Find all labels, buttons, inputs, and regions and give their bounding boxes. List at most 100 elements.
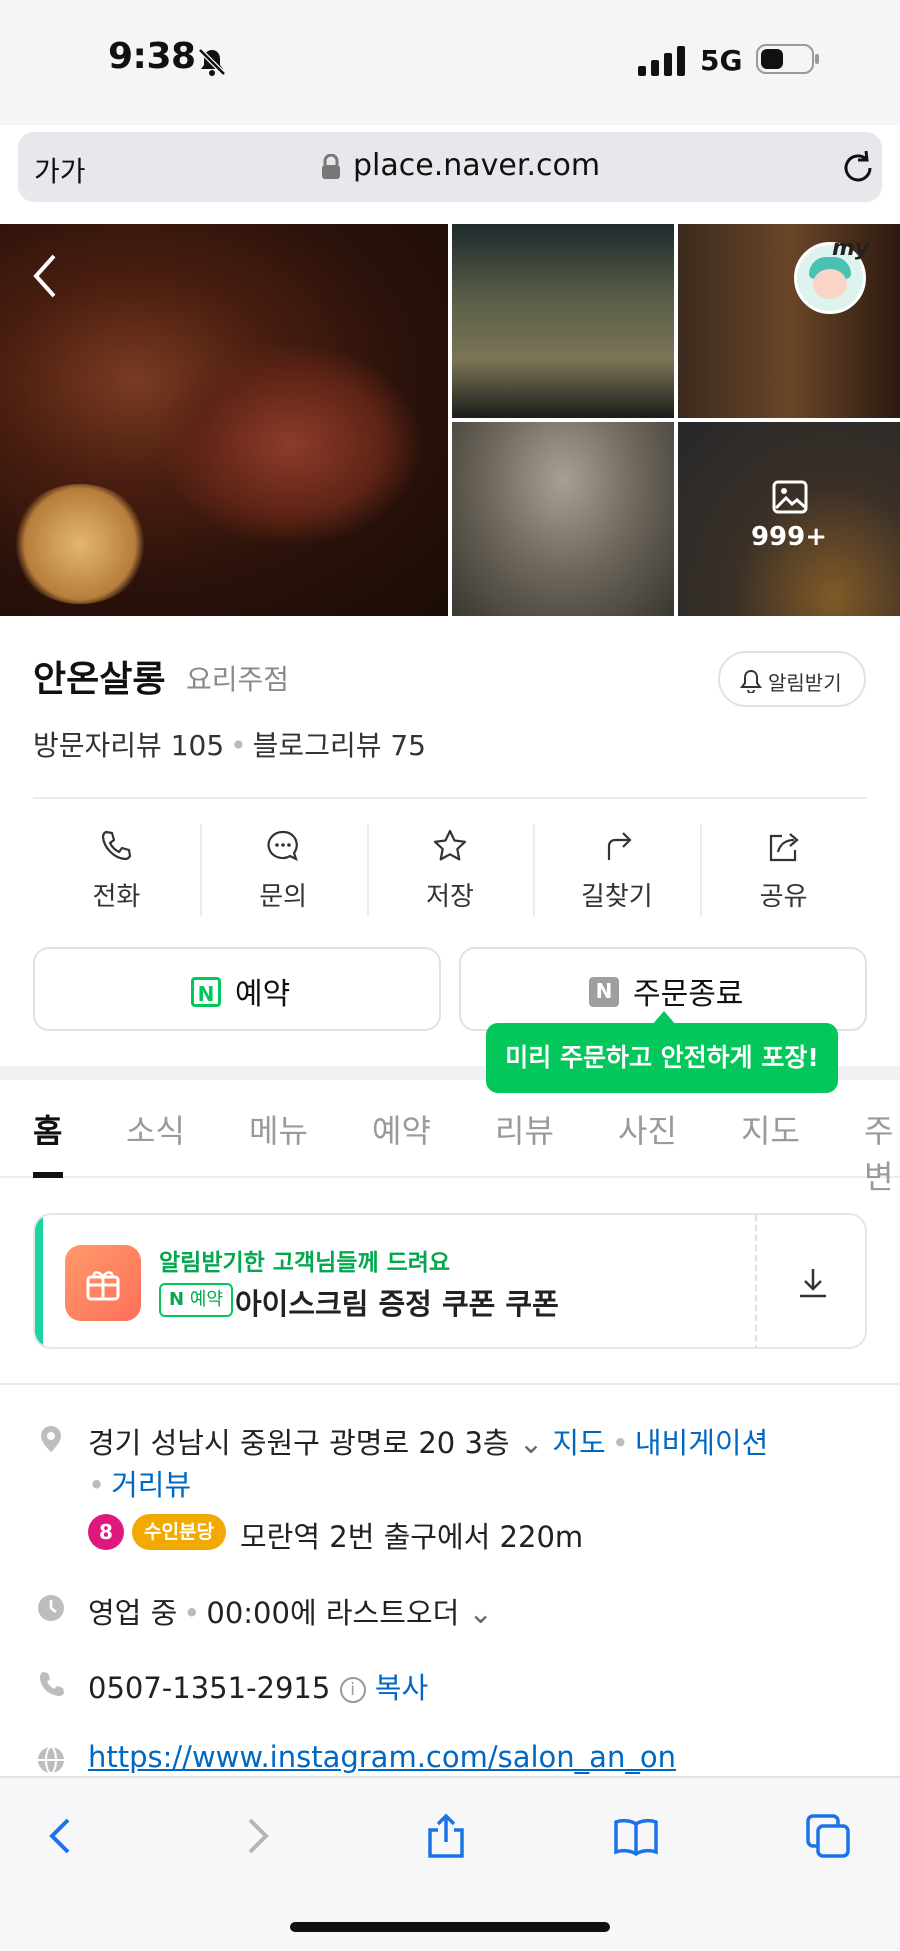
- reserve-label: 예약: [235, 977, 291, 1012]
- address-bar[interactable]: 가가 place.naver.com: [18, 132, 882, 202]
- forward-icon[interactable]: [232, 1812, 280, 1860]
- tab-menu[interactable]: 메뉴: [249, 1106, 308, 1152]
- coupon-subtitle: 알림받기한 고객님들께 드려요: [159, 1250, 451, 1276]
- phone-row: 0507-1351-2915 i 복사: [88, 1665, 428, 1707]
- map-link[interactable]: 지도: [552, 1426, 605, 1460]
- star-icon: [433, 829, 467, 861]
- tab-nearby[interactable]: 주변: [864, 1106, 900, 1198]
- coupon-title: 아이스크림 증정 쿠폰 쿠폰: [235, 1287, 559, 1321]
- action-label: 저장: [426, 882, 474, 912]
- chevron-down-icon[interactable]: ⌄: [519, 1426, 543, 1460]
- hours-status: 영업 중: [88, 1596, 178, 1630]
- divider: [0, 1383, 900, 1385]
- status-time: 9:38: [108, 36, 196, 77]
- reload-icon[interactable]: [840, 148, 876, 186]
- street-view-link[interactable]: 거리뷰: [111, 1468, 191, 1502]
- hours-text: 00:00에 라스트오더: [206, 1596, 460, 1630]
- photo-main[interactable]: [0, 224, 448, 616]
- hours-row[interactable]: 영업 중 • 00:00에 라스트오더 ⌄: [88, 1590, 493, 1632]
- battery-icon: [756, 44, 819, 74]
- subway-directions: 모란역 2번 출구에서 220m: [240, 1520, 584, 1554]
- naver-order-icon: N: [589, 977, 619, 1007]
- tab-review[interactable]: 리뷰: [495, 1106, 554, 1152]
- info-icon[interactable]: i: [339, 1677, 366, 1703]
- share-icon[interactable]: [422, 1812, 470, 1860]
- signal-icon: [638, 46, 685, 76]
- photo-thumb-more[interactable]: 999+: [678, 422, 900, 616]
- gift-glyph: [86, 1271, 120, 1301]
- globe-icon: [38, 1746, 64, 1774]
- location-pin-icon: [41, 1426, 61, 1452]
- action-label: 길찾기: [580, 882, 653, 912]
- tab-reservation[interactable]: 예약: [372, 1106, 431, 1152]
- separator-dot: •: [230, 729, 247, 762]
- copy-link[interactable]: 복사: [375, 1671, 428, 1705]
- url-text[interactable]: place.naver.com: [353, 148, 600, 183]
- phone-icon: [40, 1672, 64, 1696]
- chat-icon: [267, 830, 299, 862]
- clock-icon: [38, 1595, 64, 1621]
- coupon-accent: [35, 1215, 43, 1347]
- tab-map[interactable]: 지도: [741, 1106, 800, 1152]
- lock-icon: [322, 154, 340, 179]
- download-icon[interactable]: [795, 1265, 831, 1301]
- separator-dot: •: [611, 1426, 629, 1460]
- status-bar: 9:38 5G: [0, 0, 900, 125]
- place-name: 안온살롱: [33, 659, 166, 700]
- text-size-button[interactable]: 가가: [34, 150, 86, 190]
- inquiry-action[interactable]: 문의: [199, 820, 367, 920]
- divider: [33, 797, 867, 799]
- naver-reserve-icon: N: [191, 977, 221, 1007]
- tab-news[interactable]: 소식: [126, 1106, 185, 1152]
- my-label: my: [832, 236, 870, 261]
- separator-dot: •: [88, 1468, 106, 1502]
- avatar-face: [813, 269, 847, 299]
- alarm-button[interactable]: 알림받기: [718, 651, 866, 707]
- subway-line-8-badge: 8: [88, 1514, 124, 1550]
- back-icon[interactable]: [38, 1812, 86, 1860]
- bookmarks-icon[interactable]: [612, 1812, 660, 1860]
- order-label: 주문종료: [633, 977, 744, 1012]
- photo-thumb-3[interactable]: [452, 422, 674, 616]
- photo-thumb-1[interactable]: [452, 224, 674, 418]
- phone-icon: [102, 830, 132, 861]
- photo-count: 999+: [750, 522, 828, 552]
- place-category: 요리주점: [186, 663, 290, 696]
- share-icon: [769, 833, 799, 862]
- directions-action[interactable]: 길찾기: [533, 820, 700, 920]
- tab-photo[interactable]: 사진: [618, 1106, 677, 1152]
- action-row: 전화 문의 저장 길찾기 공유: [33, 820, 867, 920]
- action-label: 문의: [259, 882, 308, 912]
- phone-number[interactable]: 0507-1351-2915: [88, 1671, 330, 1705]
- photo-overlay: [678, 422, 900, 616]
- reserve-button[interactable]: N 예약: [33, 947, 441, 1031]
- network-type: 5G: [700, 44, 743, 77]
- street-view-row: • 거리뷰: [88, 1462, 191, 1504]
- coupon-card[interactable]: 알림받기한 고객님들께 드려요 N 예약 아이스크림 증정 쿠폰 쿠폰: [33, 1213, 867, 1349]
- website-row: https://www.instagram.com/salon_an_on: [88, 1740, 676, 1774]
- coupon-badge: N 예약: [159, 1283, 233, 1317]
- coupon-badge-n: N: [169, 1289, 185, 1310]
- blog-reviews-link[interactable]: 블로그리뷰 75: [253, 729, 426, 762]
- alarm-label: 알림받기: [768, 671, 842, 695]
- coupon-separator: [755, 1215, 757, 1347]
- save-action[interactable]: 저장: [366, 820, 534, 920]
- chevron-down-icon[interactable]: ⌄: [468, 1596, 492, 1630]
- share-action[interactable]: 공유: [700, 820, 867, 920]
- back-arrow-icon[interactable]: [30, 252, 60, 300]
- tab-home[interactable]: 홈: [33, 1106, 62, 1152]
- tab-bar: 홈 소식 메뉴 예약 리뷰 사진 지도 주변: [0, 1080, 900, 1196]
- bell-off-icon: [198, 48, 226, 76]
- call-action[interactable]: 전화: [33, 820, 200, 920]
- action-label: 공유: [759, 882, 808, 912]
- separator-dot: •: [183, 1596, 201, 1630]
- visitor-reviews-link[interactable]: 방문자리뷰 105: [33, 729, 224, 762]
- bell-icon: [740, 669, 762, 693]
- website-link[interactable]: https://www.instagram.com/salon_an_on: [88, 1740, 676, 1774]
- photo-grid: 999+ my: [0, 224, 900, 616]
- navigation-link[interactable]: 내비게이션: [635, 1426, 768, 1460]
- review-counts: 방문자리뷰 105 • 블로그리뷰 75: [33, 724, 426, 764]
- home-indicator: [290, 1922, 610, 1932]
- tabs-icon[interactable]: [804, 1812, 852, 1860]
- directions-icon: [607, 832, 632, 860]
